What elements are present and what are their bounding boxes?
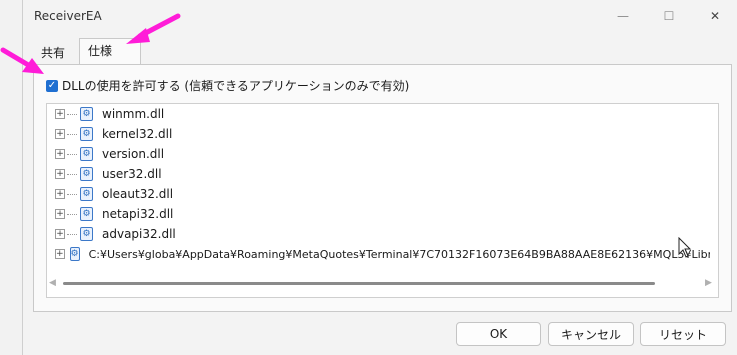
close-button[interactable]: ✕ [692, 0, 737, 32]
tab-panel: ✓ DLLの使用を許可する (信頼できるアプリケーションのみで有効) + ⚙ w… [33, 64, 732, 312]
allow-dll-option[interactable]: ✓ DLLの使用を許可する (信頼できるアプリケーションのみで有効) [46, 77, 409, 94]
tree-connector [67, 213, 77, 215]
dll-gear-icon: ⚙ [80, 167, 93, 181]
dll-gear-icon: ⚙ [80, 127, 93, 141]
tree-item[interactable]: + ⚙ netapi32.dll [55, 204, 173, 224]
reset-button[interactable]: リセット [640, 322, 726, 346]
maximize-icon: ☐ [663, 9, 675, 23]
tree-item[interactable]: + ⚙ winmm.dll [55, 104, 164, 124]
tree-connector [67, 233, 77, 235]
tree-connector [67, 153, 77, 155]
magenta-arrow-icon [126, 13, 181, 44]
tree-item-label: netapi32.dll [102, 207, 174, 221]
tree-item-label: advapi32.dll [102, 227, 176, 241]
expand-icon[interactable]: + [55, 169, 65, 179]
tree-item-label: kernel32.dll [102, 127, 173, 141]
scroll-thumb[interactable] [63, 282, 655, 285]
tree-item-label: C:¥Users¥globa¥AppData¥Roaming¥MetaQuote… [88, 247, 710, 261]
minimize-button[interactable]: — [600, 0, 646, 32]
allow-dll-checkbox[interactable]: ✓ [46, 79, 58, 92]
tree-item-label: winmm.dll [102, 107, 165, 121]
tree-item[interactable]: + ⚙ version.dll [55, 144, 164, 164]
tree-item-label: user32.dll [102, 167, 162, 181]
expand-icon[interactable]: + [55, 129, 65, 139]
dll-tree[interactable]: + ⚙ winmm.dll + ⚙ kernel32.dll + ⚙ versi… [46, 103, 719, 298]
expand-icon[interactable]: + [55, 209, 65, 219]
tree-item[interactable]: + ⚙ oleaut32.dll [55, 184, 173, 204]
tree-connector [67, 173, 77, 175]
expand-icon[interactable]: + [55, 109, 65, 119]
dll-gear-icon: ⚙ [80, 107, 93, 121]
dialog-window: ReceiverEA — ☐ ✕ 共有 仕様 ✓ DLLの使用を許可する (信頼… [22, 0, 737, 355]
magenta-arrow-icon [0, 47, 44, 74]
checkmark-icon: ✓ [47, 79, 57, 91]
scroll-left-icon[interactable]: ◀ [49, 278, 56, 288]
ok-button[interactable]: OK [456, 322, 541, 346]
dll-gear-icon: ⚙ [69, 247, 80, 261]
tree-item[interactable]: + ⚙ advapi32.dll [55, 224, 176, 244]
tree-connector [67, 133, 77, 135]
allow-dll-label: DLLの使用を許可する (信頼できるアプリケーションのみで有効) [62, 79, 410, 93]
horizontal-scrollbar[interactable]: ◀ ▶ [49, 278, 712, 288]
expand-icon[interactable]: + [55, 149, 65, 159]
minimize-icon: — [617, 9, 629, 23]
expand-icon[interactable]: + [55, 249, 65, 259]
scroll-right-icon[interactable]: ▶ [705, 278, 712, 288]
tree-item-label: oleaut32.dll [102, 187, 174, 201]
tree-connector [67, 193, 77, 195]
tree-item[interactable]: + ⚙ kernel32.dll [55, 124, 172, 144]
tree-item-label: version.dll [102, 147, 165, 161]
tree-connector [67, 113, 77, 115]
cancel-button[interactable]: キャンセル [548, 322, 634, 346]
maximize-button[interactable]: ☐ [646, 0, 692, 32]
dll-gear-icon: ⚙ [80, 227, 93, 241]
dll-gear-icon: ⚙ [80, 147, 93, 161]
window-title: ReceiverEA [34, 9, 102, 23]
dll-gear-icon: ⚙ [80, 187, 93, 201]
mouse-cursor-icon [678, 237, 692, 258]
tree-item[interactable]: + ⚙ C:¥Users¥globa¥AppData¥Roaming¥MetaQ… [55, 244, 710, 264]
expand-icon[interactable]: + [55, 189, 65, 199]
close-icon: ✕ [709, 9, 721, 23]
tree-item[interactable]: + ⚙ user32.dll [55, 164, 162, 184]
dll-gear-icon: ⚙ [80, 207, 93, 221]
expand-icon[interactable]: + [55, 229, 65, 239]
